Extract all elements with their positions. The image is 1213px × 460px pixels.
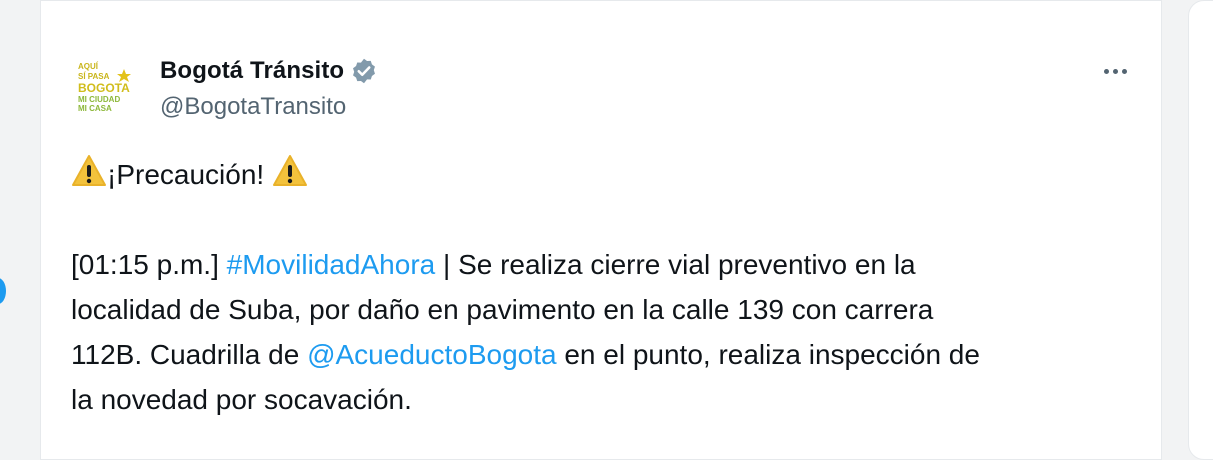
verified-badge-icon: [353, 58, 376, 84]
tweet-line-2: localidad de Suba, por daño en pavimento…: [71, 294, 934, 325]
tweet-text-3: 112B. Cuadrilla de: [71, 339, 308, 370]
author-display-name[interactable]: Bogotá Tránsito: [160, 57, 344, 85]
warning-icon: [272, 155, 307, 186]
logo-line-3: BOGOTA: [78, 81, 130, 95]
mention-link[interactable]: @AcueductoBogota: [307, 339, 556, 370]
tweet-line-1: [01:15 p.m.] #MovilidadAhora | Se realiz…: [71, 242, 1151, 287]
tweet-text-1: | Se realiza cierre vial preventivo en l…: [435, 249, 916, 280]
author-avatar[interactable]: AQUÍ SÍ PASA BOGOTA MI CIUDAD MI CASA: [72, 56, 144, 118]
logo-line-4: MI CIUDAD: [78, 95, 120, 104]
logo-line-2: SÍ PASA: [78, 72, 110, 81]
right-panel: [1188, 0, 1213, 460]
warning-icon: [72, 155, 106, 186]
author-name-row[interactable]: Bogotá Tránsito: [160, 56, 378, 86]
side-indicator: [0, 278, 6, 304]
tweet-text-4: en el punto, realiza inspección de: [556, 339, 980, 370]
more-options-icon[interactable]: [1098, 58, 1132, 84]
tweet-body: ¡Precaución! [01:15 p.m.] #MovilidadAhor…: [71, 152, 1151, 422]
logo-line-5: MI CASA: [78, 104, 112, 113]
tweet-line-4: la novedad por socavación.: [71, 384, 412, 415]
bogota-logo-icon: AQUÍ SÍ PASA BOGOTA MI CIUDAD MI CASA: [78, 62, 131, 113]
logo-line-1: AQUÍ: [78, 62, 99, 71]
tweet-line-3: 112B. Cuadrilla de @AcueductoBogota en e…: [71, 332, 1151, 377]
tweet-time: [01:15 p.m.]: [71, 249, 219, 280]
hashtag-link[interactable]: #MovilidadAhora: [227, 249, 436, 280]
author-handle[interactable]: @BogotaTransito: [160, 93, 346, 121]
caution-text: ¡Precaución!: [107, 159, 265, 190]
caution-line: ¡Precaución!: [71, 152, 1151, 197]
